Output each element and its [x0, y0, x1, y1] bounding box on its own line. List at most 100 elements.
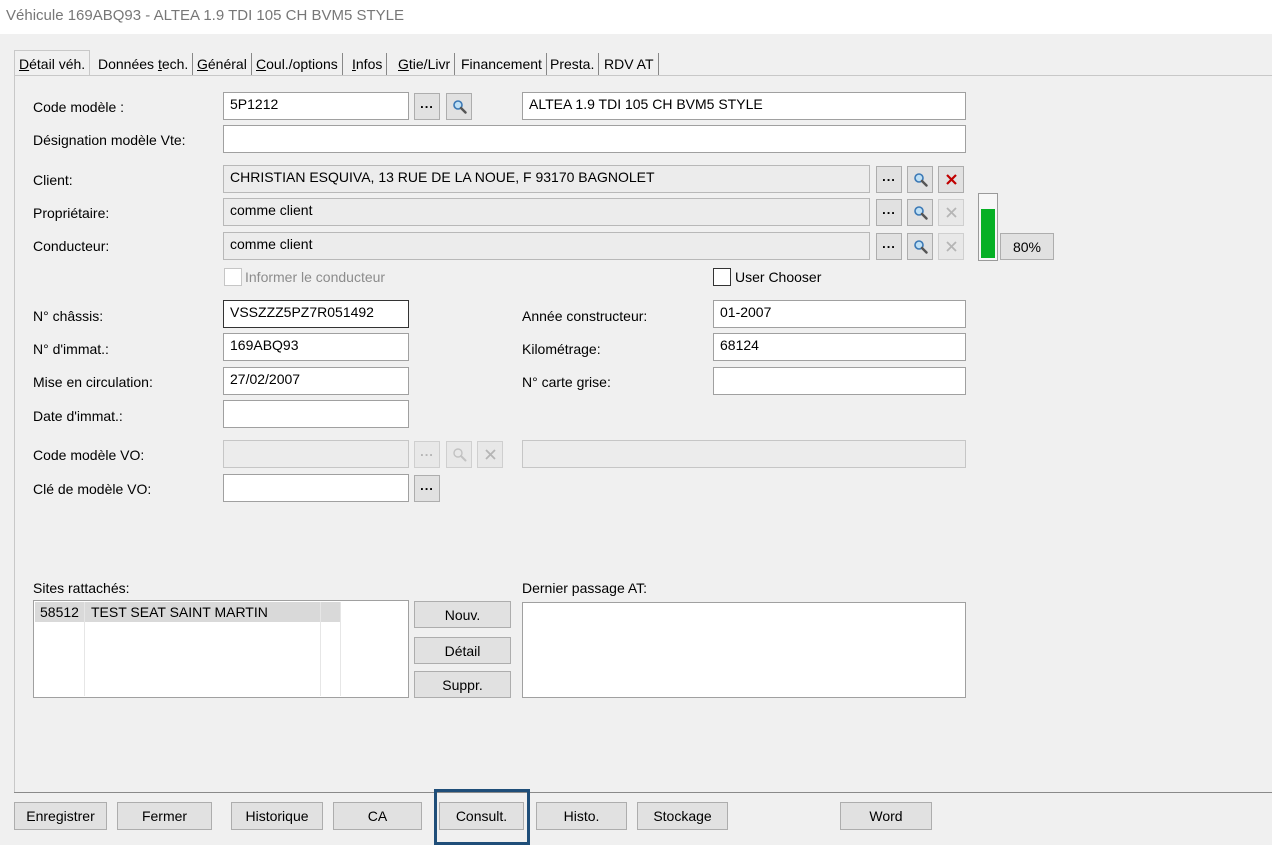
- conducteur-browse-button[interactable]: ...: [876, 233, 902, 260]
- completion-gauge: [978, 193, 998, 261]
- carte-grise-input[interactable]: [713, 367, 966, 395]
- window-title: Véhicule 169ABQ93 - ALTEA 1.9 TDI 105 CH…: [6, 7, 404, 24]
- site-code: 58512: [40, 604, 79, 620]
- code-modele-vo-clear-button[interactable]: [477, 441, 503, 468]
- code-modele-input[interactable]: 5P1212: [223, 92, 409, 120]
- column-divider: [340, 602, 341, 696]
- tab-garantie-livraison[interactable]: Gtie/Livr: [394, 53, 456, 75]
- x-icon: [484, 449, 496, 460]
- tab-donnees-tech[interactable]: Données tech.: [94, 53, 194, 75]
- kilometrage-input[interactable]: 68124: [713, 333, 966, 361]
- sites-list[interactable]: 58512 TEST SEAT SAINT MARTIN: [33, 600, 409, 698]
- ellipsis-icon: ...: [882, 236, 896, 251]
- enregistrer-button[interactable]: Enregistrer: [14, 802, 107, 830]
- x-icon: [945, 174, 957, 185]
- informer-conducteur-checkbox[interactable]: [224, 268, 242, 286]
- cle-modele-vo-label: Clé de modèle VO:: [33, 481, 152, 497]
- conducteur-input[interactable]: comme client: [223, 232, 870, 260]
- site-name: TEST SEAT SAINT MARTIN: [91, 604, 268, 620]
- magnifier-icon: [452, 100, 467, 114]
- column-divider: [320, 602, 321, 696]
- tab-couleurs-options[interactable]: Coul./options: [252, 53, 343, 75]
- mise-circulation-label: Mise en circulation:: [33, 374, 153, 390]
- chassis-input[interactable]: VSSZZZ5PZ7R051492: [223, 300, 409, 328]
- proprietaire-search-button[interactable]: [907, 199, 933, 226]
- tab-general[interactable]: Général: [193, 53, 252, 75]
- list-item[interactable]: 58512 TEST SEAT SAINT MARTIN: [35, 602, 341, 622]
- annee-constructeur-label: Année constructeur:: [522, 308, 648, 324]
- ca-button[interactable]: CA: [333, 802, 422, 830]
- tab-rdv-at[interactable]: RDV AT: [600, 53, 659, 75]
- conducteur-label: Conducteur:: [33, 238, 110, 254]
- code-modele-vo-input[interactable]: [223, 440, 409, 468]
- site-new-button[interactable]: Nouv.: [414, 601, 511, 628]
- mise-circulation-input[interactable]: 27/02/2007: [223, 367, 409, 395]
- code-modele-description[interactable]: ALTEA 1.9 TDI 105 CH BVM5 STYLE: [522, 92, 966, 120]
- ellipsis-icon: ...: [420, 96, 434, 111]
- client-search-button[interactable]: [907, 166, 933, 193]
- magnifier-icon: [913, 173, 928, 187]
- code-modele-vo-browse-button[interactable]: ...: [414, 441, 440, 468]
- proprietaire-browse-button[interactable]: ...: [876, 199, 902, 226]
- code-modele-vo-search-button[interactable]: [446, 441, 472, 468]
- user-chooser-label: User Chooser: [735, 269, 822, 285]
- dernier-passage-textarea[interactable]: [522, 602, 966, 698]
- chassis-label: N° châssis:: [33, 308, 104, 324]
- client-browse-button[interactable]: ...: [876, 166, 902, 193]
- title-bar: Véhicule 169ABQ93 - ALTEA 1.9 TDI 105 CH…: [0, 0, 1272, 34]
- code-modele-vo-description[interactable]: [522, 440, 966, 468]
- x-icon: [945, 207, 957, 218]
- cle-modele-vo-input[interactable]: [223, 474, 409, 502]
- tab-detail-vehicule[interactable]: Détail véh.: [14, 50, 91, 76]
- proprietaire-clear-button[interactable]: [938, 199, 964, 226]
- designation-vte-label: Désignation modèle Vte:: [33, 132, 186, 148]
- magnifier-icon: [913, 206, 928, 220]
- carte-grise-label: N° carte grise:: [522, 374, 611, 390]
- footer-separator: [14, 792, 1272, 793]
- sites-label: Sites rattachés:: [33, 580, 130, 596]
- code-modele-vo-label: Code modèle VO:: [33, 447, 145, 463]
- kilometrage-label: Kilométrage:: [522, 341, 601, 357]
- word-button[interactable]: Word: [840, 802, 932, 830]
- ellipsis-icon: ...: [882, 202, 896, 217]
- conducteur-search-button[interactable]: [907, 233, 933, 260]
- proprietaire-label: Propriétaire:: [33, 205, 110, 221]
- dernier-passage-label: Dernier passage AT:: [522, 580, 648, 596]
- x-icon: [945, 241, 957, 252]
- magnifier-icon: [452, 448, 466, 462]
- completion-percent-button[interactable]: 80%: [1000, 233, 1054, 260]
- tab-infos[interactable]: Infos: [348, 53, 388, 75]
- date-immat-input[interactable]: [223, 400, 409, 428]
- informer-conducteur-label: Informer le conducteur: [245, 269, 386, 285]
- client-input[interactable]: CHRISTIAN ESQUIVA, 13 RUE DE LA NOUE, F …: [223, 165, 870, 193]
- column-divider: [84, 602, 85, 696]
- client-label: Client:: [33, 172, 73, 188]
- user-chooser-checkbox[interactable]: [713, 268, 731, 286]
- code-modele-browse-button[interactable]: ...: [414, 93, 440, 120]
- magnifier-icon: [913, 240, 928, 254]
- site-delete-button[interactable]: Suppr.: [414, 671, 511, 698]
- date-immat-label: Date d'immat.:: [33, 408, 123, 424]
- client-clear-button[interactable]: [938, 166, 964, 193]
- ellipsis-icon: ...: [882, 169, 896, 184]
- tab-presta[interactable]: Presta.: [546, 53, 600, 75]
- cle-modele-vo-browse-button[interactable]: ...: [414, 475, 440, 502]
- code-modele-label: Code modèle :: [33, 99, 125, 115]
- code-modele-search-button[interactable]: [446, 93, 472, 120]
- conducteur-clear-button[interactable]: [938, 233, 964, 260]
- ellipsis-icon: ...: [420, 444, 434, 459]
- fermer-button[interactable]: Fermer: [117, 802, 212, 830]
- consult-highlight-box: [434, 789, 530, 845]
- historique-button[interactable]: Historique: [231, 802, 323, 830]
- completion-gauge-fill: [981, 209, 995, 258]
- histo-button[interactable]: Histo.: [536, 802, 627, 830]
- proprietaire-input[interactable]: comme client: [223, 198, 870, 226]
- stockage-button[interactable]: Stockage: [637, 802, 728, 830]
- designation-vte-input[interactable]: [223, 125, 966, 153]
- immat-input[interactable]: 169ABQ93: [223, 333, 409, 361]
- ellipsis-icon: ...: [420, 478, 434, 493]
- site-detail-button[interactable]: Détail: [414, 637, 511, 664]
- tab-financement[interactable]: Financement: [457, 53, 547, 75]
- immat-label: N° d'immat.:: [33, 341, 109, 357]
- annee-constructeur-input[interactable]: 01-2007: [713, 300, 966, 328]
